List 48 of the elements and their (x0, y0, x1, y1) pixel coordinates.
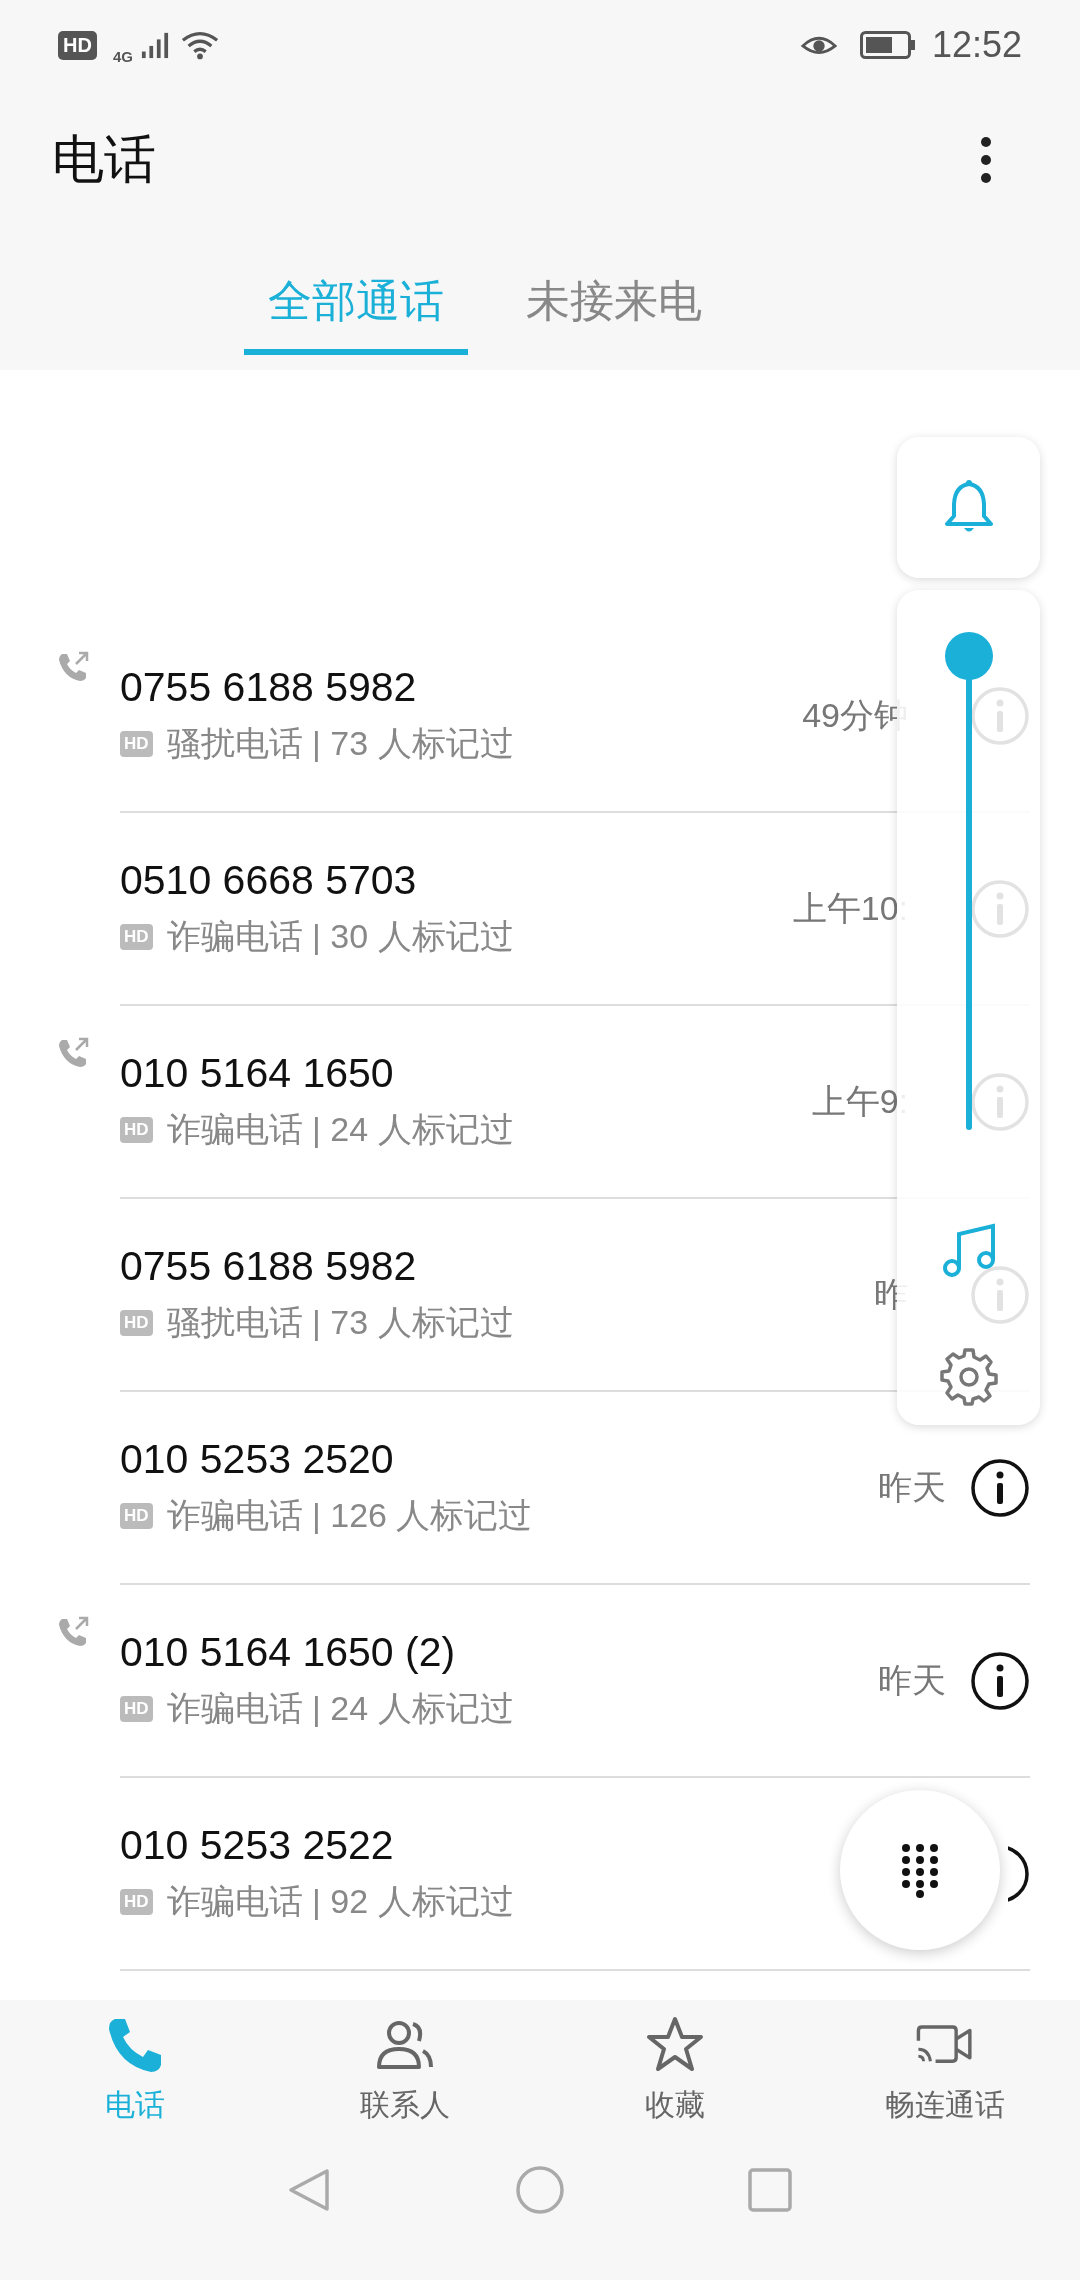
info-icon[interactable] (970, 1650, 1030, 1711)
phone-number: 010 5164 1650 (2) (120, 1629, 457, 1676)
spam-label: 诈骗电话 | 30 人标记过 (166, 916, 514, 957)
dialpad-icon (900, 1842, 940, 1898)
hd-badge: HD (120, 1889, 153, 1915)
call-time: 昨 (874, 1273, 908, 1315)
page-title: 电话 (52, 129, 156, 190)
phone-number: 0755 6188 5982 (120, 664, 418, 711)
spam-label: 诈骗电话 | 92 人标记过 (166, 1881, 514, 1922)
recents-icon[interactable] (745, 2165, 795, 2215)
nav-tab[interactable]: 联系人 (270, 2000, 540, 2140)
hd-badge: HD (120, 1503, 153, 1529)
spam-label: 诈骗电话 | 126 人标记过 (166, 1495, 533, 1536)
phone-number: 0510 6668 5703 (120, 857, 418, 904)
call-time: 上午10: (792, 887, 908, 929)
hd-badge: HD (120, 1310, 153, 1336)
nav-tab[interactable]: 畅连通话 (810, 2000, 1080, 2140)
hd-badge: HD (120, 1117, 153, 1143)
spam-label: 诈骗电话 | 24 人标记过 (166, 1109, 514, 1150)
ringer-button[interactable] (897, 437, 1040, 578)
spam-label: 骚扰电话 | 73 人标记过 (166, 723, 514, 764)
signal-icon (140, 31, 169, 59)
spam-label: 诈骗电话 | 24 人标记过 (166, 1688, 514, 1729)
hd-badge: HD (120, 1696, 153, 1722)
phone-number: 010 5253 2520 (120, 1436, 395, 1483)
wifi-icon (180, 30, 219, 60)
call-time: 49分钟 (802, 694, 908, 736)
call-time: 昨天 (878, 1659, 946, 1701)
tab[interactable]: 未接来电 (502, 230, 726, 355)
call-time: 上午9: (811, 1080, 908, 1122)
spam-label: 骚扰电话 | 73 人标记过 (166, 1302, 514, 1343)
nav-tab[interactable]: 收藏 (540, 2000, 810, 2140)
more-icon[interactable] (980, 136, 992, 184)
hd-badge: HD (120, 924, 153, 950)
hd-badge: HD (58, 30, 97, 60)
call-time: 昨天 (878, 1466, 946, 1508)
settings-icon[interactable] (938, 1346, 999, 1406)
phone-number: 0755 6188 5982 (120, 1243, 418, 1290)
info-icon[interactable] (970, 1457, 1030, 1518)
home-icon[interactable] (515, 2165, 565, 2215)
volume-thumb[interactable] (944, 632, 993, 680)
hd-badge: HD (120, 731, 153, 757)
info-icon[interactable] (1008, 1843, 1030, 1904)
phone-number: 010 5253 2522 (120, 1822, 395, 1869)
clock: 12:52 (931, 24, 1022, 66)
battery-icon (859, 31, 916, 59)
phone-number: 010 5164 1650 (120, 1050, 395, 1097)
network-type: 4G (112, 47, 133, 65)
